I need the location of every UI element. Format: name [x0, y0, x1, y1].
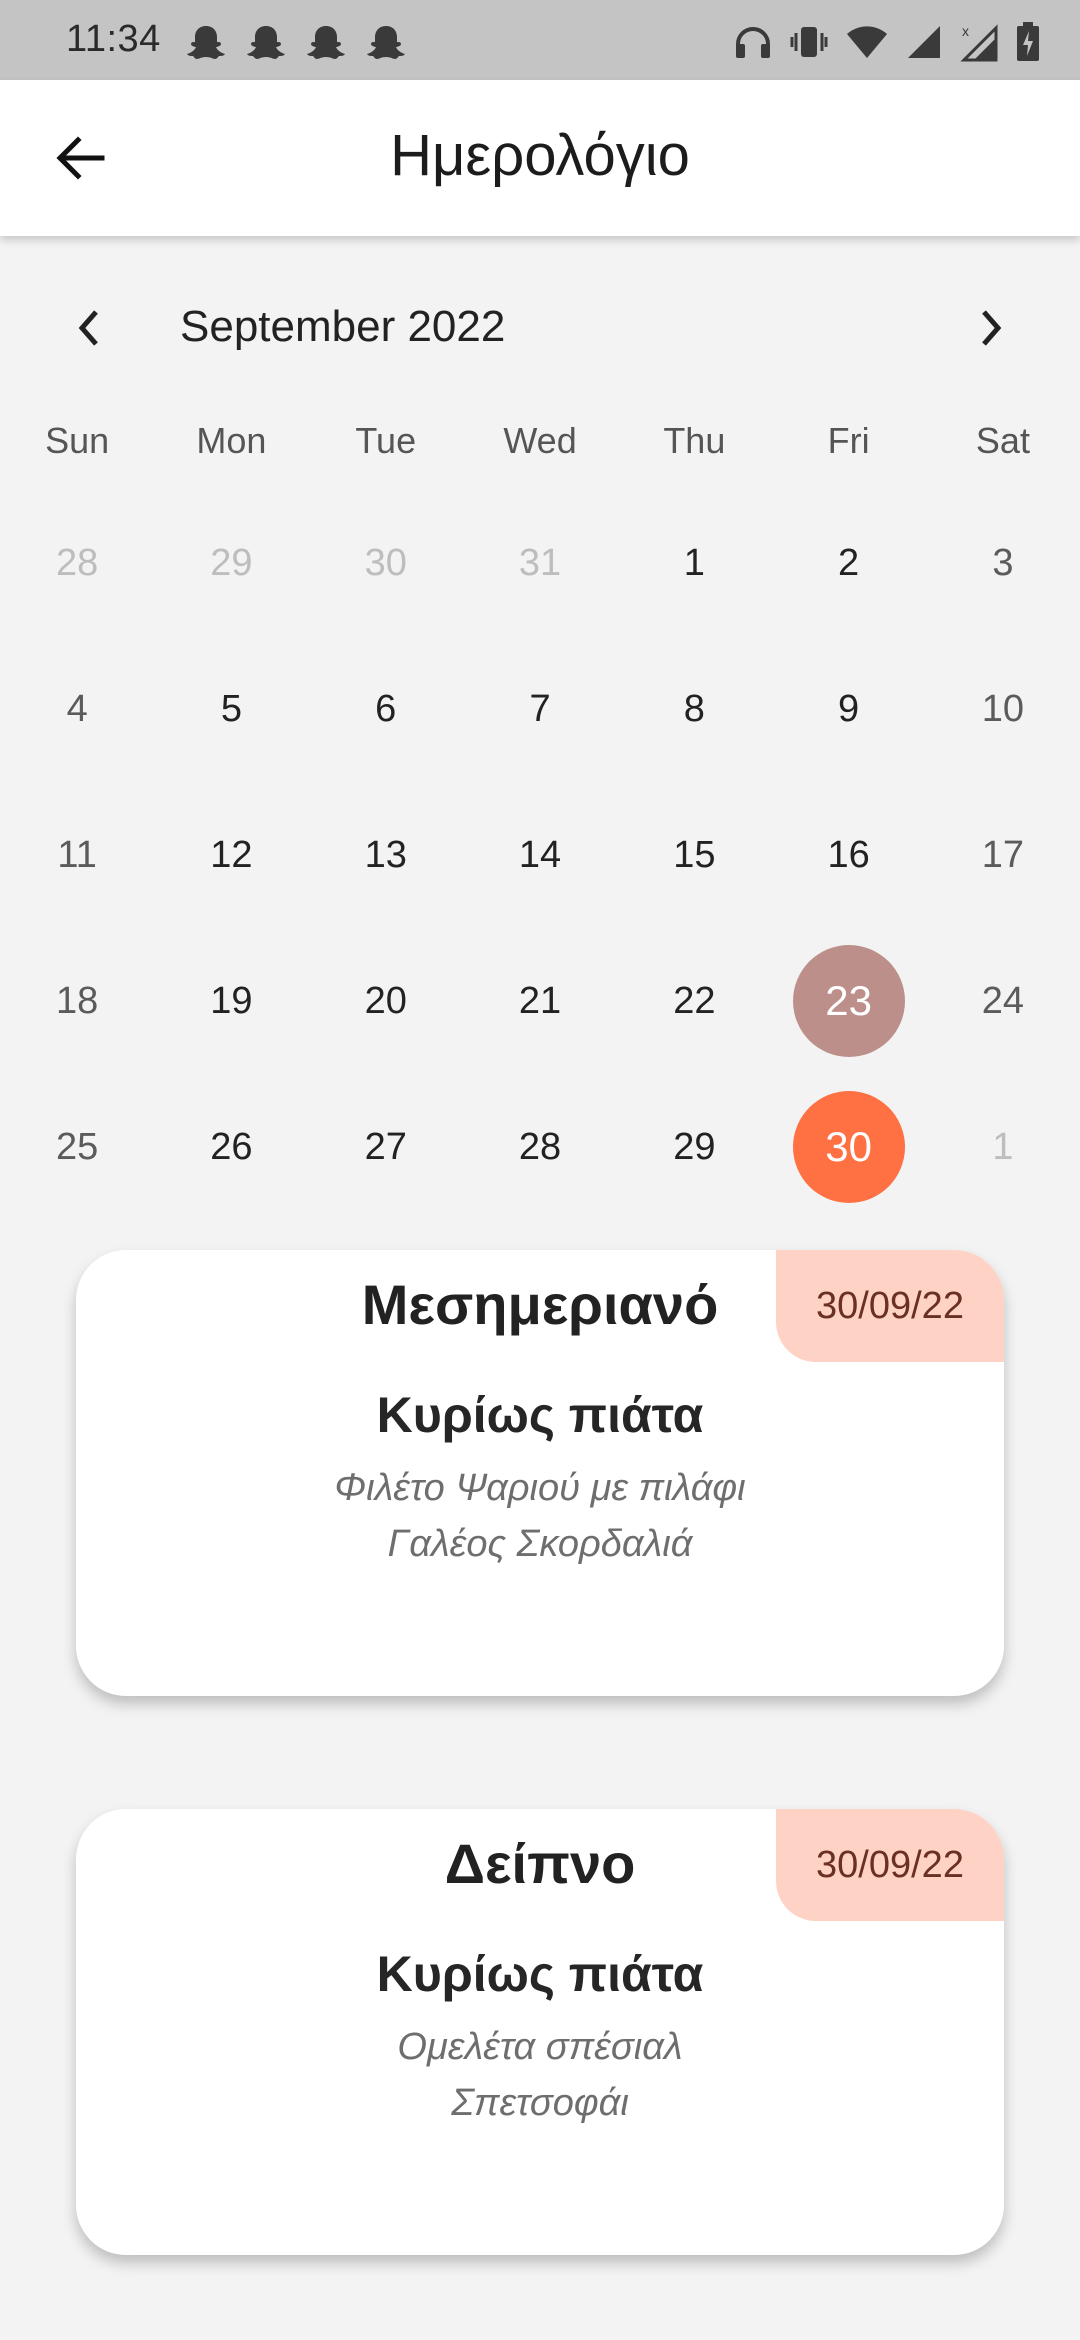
wifi-icon [847, 26, 887, 58]
section-title: Κυρίως πιάτα [376, 1387, 704, 1443]
battery-charging-icon [1017, 22, 1039, 61]
headphones-icon [736, 27, 770, 58]
calendar-day-selected[interactable]: 30 [771, 1074, 925, 1220]
dish-item: Φιλέτο Ψαριού με πιλάφι [334, 1467, 746, 1509]
weekday-label: Thu [663, 420, 726, 461]
calendar-day[interactable]: 27 [309, 1074, 463, 1220]
calendar-header: September 2022 [0, 290, 1080, 366]
calendar-day[interactable]: 8 [617, 636, 771, 782]
calendar-day-outside-month[interactable]: 28 [0, 490, 154, 636]
calendar-day-outside-month[interactable]: 31 [463, 490, 617, 636]
calendar-day-today[interactable]: 23 [771, 928, 925, 1074]
calendar-day[interactable]: 9 [771, 636, 925, 782]
dish-list: Φιλέτο Ψαριού με πιλάφι Γαλέος Σκορδαλιά [76, 1460, 1004, 1572]
calendar-day-outside-month[interactable]: 1 [926, 1074, 1080, 1220]
calendar-day[interactable]: 2 [771, 490, 925, 636]
calendar-day[interactable]: 11 [0, 782, 154, 928]
status-bar: 11:34 x [0, 0, 1080, 80]
weekday-label: Tue [355, 420, 417, 461]
calendar-day[interactable]: 12 [154, 782, 308, 928]
previous-month-button[interactable] [60, 298, 120, 358]
calendar-day[interactable]: 25 [0, 1074, 154, 1220]
calendar-day[interactable]: 18 [0, 928, 154, 1074]
calendar-day[interactable]: 21 [463, 928, 617, 1074]
calendar-day-outside-month[interactable]: 30 [309, 490, 463, 636]
calendar-day[interactable]: 22 [617, 928, 771, 1074]
calendar-day[interactable]: 24 [926, 928, 1080, 1074]
dish-item: Σπετσοφάι [451, 2082, 629, 2124]
chevron-right-icon [982, 310, 1002, 346]
weekday-label: Fri [827, 420, 870, 461]
weekday-label: Sun [45, 420, 110, 461]
section-title: Κυρίως πιάτα [376, 1946, 704, 2002]
calendar-day[interactable]: 29 [617, 1074, 771, 1220]
snapchat-icon [187, 26, 225, 59]
calendar-day[interactable]: 13 [309, 782, 463, 928]
meal-card[interactable]: Δείπνο 30/09/22 Κυρίως πιάτα Ομελέτα σπέ… [76, 1809, 1004, 2255]
date-badge: 30/09/22 [776, 1809, 1004, 1921]
dish-list: Ομελέτα σπέσιαλ Σπετσοφάι [76, 2019, 1004, 2131]
system-icons: x [734, 22, 1040, 62]
calendar-day[interactable]: 20 [309, 928, 463, 1074]
app-bar: Ημερολόγιο [0, 80, 1080, 236]
calendar-day[interactable]: 5 [154, 636, 308, 782]
snapchat-icon [367, 26, 405, 59]
meal-card[interactable]: Μεσημεριανό 30/09/22 Κυρίως πιάτα Φιλέτο… [76, 1250, 1004, 1696]
date-badge: 30/09/22 [776, 1250, 1004, 1362]
weekday-label: Wed [503, 420, 577, 461]
snapchat-icon [247, 26, 285, 59]
calendar-day[interactable]: 17 [926, 782, 1080, 928]
signal-no-data-icon: x [960, 23, 998, 62]
weekday-header: Sun Mon Tue Wed Thu Fri Sat [0, 420, 1080, 462]
calendar-day[interactable]: 1 [617, 490, 771, 636]
status-time: 11:34 [66, 18, 161, 60]
weekday-label: Sat [975, 420, 1030, 461]
calendar-day[interactable]: 14 [463, 782, 617, 928]
calendar-day[interactable]: 26 [154, 1074, 308, 1220]
calendar-day[interactable]: 19 [154, 928, 308, 1074]
weekday-label: Mon [196, 420, 267, 461]
next-month-button[interactable] [960, 298, 1020, 358]
calendar-day[interactable]: 4 [0, 636, 154, 782]
calendar-day[interactable]: 7 [463, 636, 617, 782]
dish-item: Γαλέος Σκορδαλιά [387, 1523, 693, 1565]
calendar-day[interactable]: 6 [309, 636, 463, 782]
calendar-day-outside-month[interactable]: 29 [154, 490, 308, 636]
notification-icons [186, 24, 406, 60]
calendar-day[interactable]: 16 [771, 782, 925, 928]
vibrate-icon [790, 27, 828, 57]
svg-text:x: x [962, 23, 969, 39]
page-title: Ημερολόγιο [390, 123, 690, 188]
calendar-day[interactable]: 28 [463, 1074, 617, 1220]
calendar-day[interactable]: 10 [926, 636, 1080, 782]
calendar-day[interactable]: 3 [926, 490, 1080, 636]
chevron-left-icon [78, 310, 98, 346]
signal-icon [908, 26, 940, 58]
calendar-grid: 28 29 30 31 1 2 3 4 5 6 7 8 9 10 11 12 1… [0, 490, 1080, 1220]
month-label: September 2022 [180, 302, 506, 351]
snapchat-icon [307, 26, 345, 59]
calendar-day[interactable]: 15 [617, 782, 771, 928]
dish-item: Ομελέτα σπέσιαλ [397, 2026, 683, 2068]
